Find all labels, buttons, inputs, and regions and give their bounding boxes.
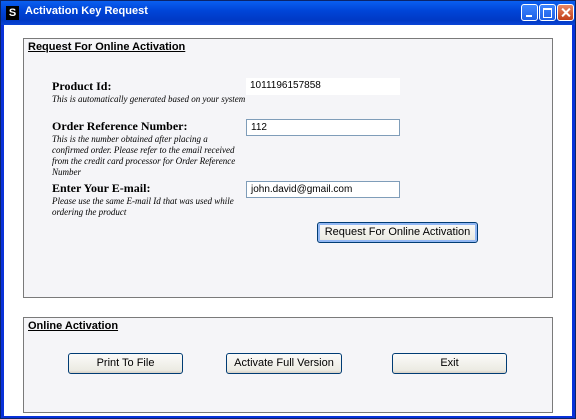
online-activation-group: Online Activation Print To File Activate… xyxy=(23,317,553,413)
product-id-hint: This is automatically generated based on… xyxy=(52,94,246,104)
activation-window: S Activation Key Request Request For Onl… xyxy=(0,0,576,419)
email-label: Enter Your E-mail: xyxy=(52,181,151,195)
app-icon: S xyxy=(6,6,19,20)
order-ref-label: Order Reference Number: xyxy=(52,119,188,133)
email-input[interactable]: john.david@gmail.com xyxy=(246,181,400,198)
request-group-title: Request For Online Activation xyxy=(28,41,186,53)
maximize-button[interactable] xyxy=(539,4,556,21)
online-group-title: Online Activation xyxy=(28,320,119,332)
order-ref-hint: This is the number obtained after placin… xyxy=(52,134,236,177)
client-area: Request For Online Activation Product Id… xyxy=(4,25,572,416)
title-bar[interactable]: S Activation Key Request xyxy=(1,1,575,25)
activate-full-version-button[interactable]: Activate Full Version xyxy=(226,353,342,374)
exit-button[interactable]: Exit xyxy=(392,353,507,374)
request-activation-group: Request For Online Activation Product Id… xyxy=(23,38,553,298)
minimize-button[interactable] xyxy=(521,4,538,21)
request-activation-button[interactable]: Request For Online Activation xyxy=(317,222,478,243)
window-title: Activation Key Request xyxy=(25,5,148,17)
email-hint: Please use the same E-mail Id that was u… xyxy=(52,196,234,217)
print-to-file-button[interactable]: Print To File xyxy=(68,353,183,374)
close-button[interactable] xyxy=(557,4,574,21)
product-id-label: Product Id: xyxy=(52,79,112,93)
order-ref-input[interactable]: 112 xyxy=(246,119,400,136)
product-id-field[interactable]: 1011196157858 xyxy=(246,78,400,95)
